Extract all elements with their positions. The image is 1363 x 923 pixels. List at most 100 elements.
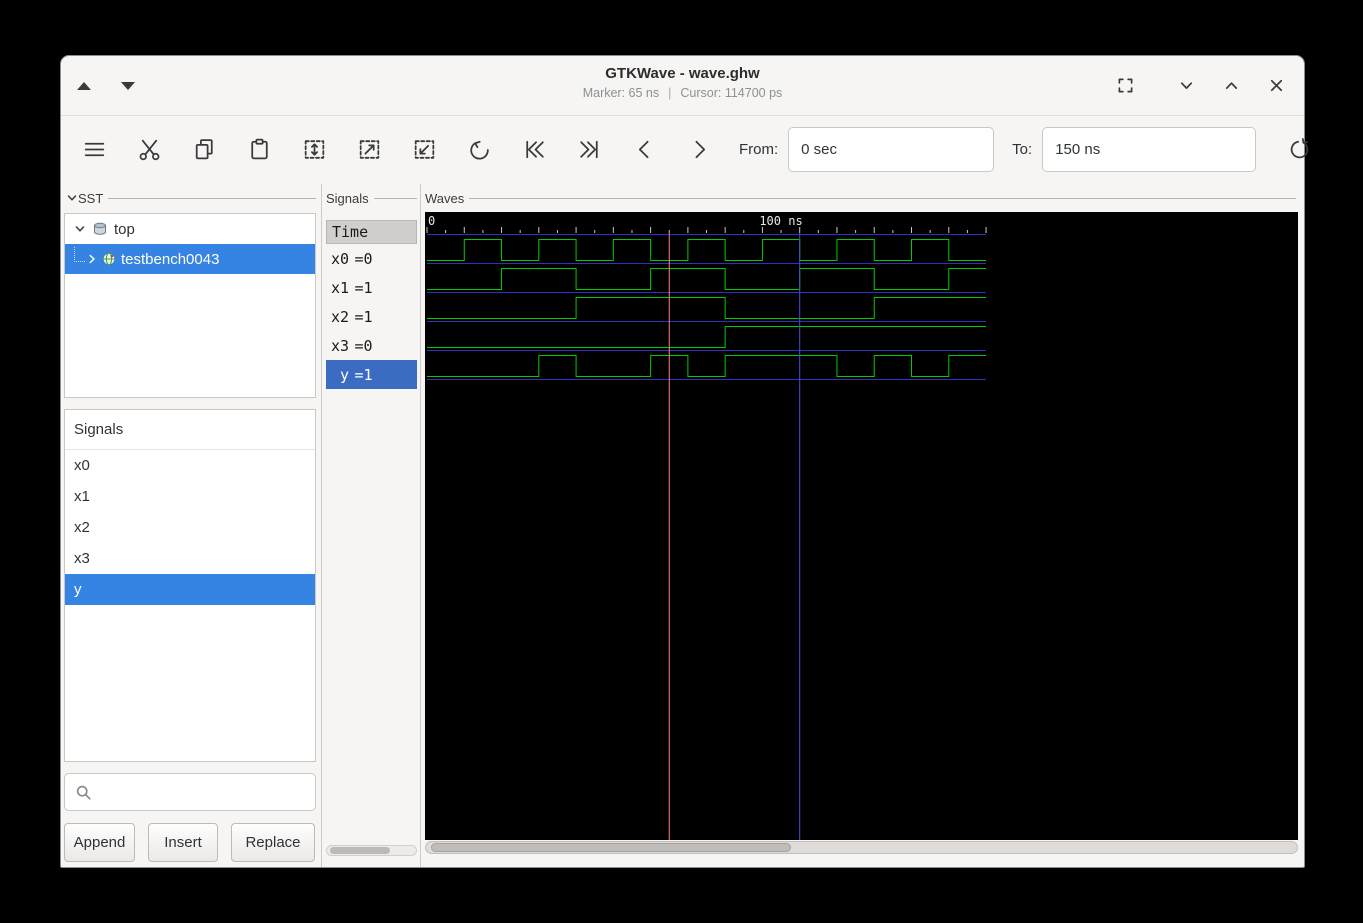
chevron-up-icon [1225, 82, 1237, 89]
titlebar: GTKWave - wave.ghw Marker: 65 ns | Cursor:… [61, 56, 1304, 116]
signal-item-x1[interactable]: x1 [65, 481, 315, 512]
panel-divider-left[interactable] [321, 184, 322, 867]
copy-icon [195, 139, 213, 160]
signals-hscrollbar-thumb[interactable] [330, 847, 390, 854]
trace-row-x0[interactable]: x0 =0 [326, 244, 417, 273]
trace-name: x2 [331, 307, 350, 326]
cursor-status: Cursor: 114700 ps [680, 86, 783, 100]
entity-globe-icon [102, 252, 116, 266]
step-right-icon [695, 140, 706, 159]
search-icon [76, 785, 91, 800]
trace-value: =0 [354, 336, 373, 355]
insert-button[interactable]: Insert [148, 823, 218, 862]
close-icon [1270, 79, 1282, 92]
zoom-fit-button[interactable] [287, 127, 342, 173]
shade-down-icon[interactable] [121, 81, 135, 90]
signal-search-input[interactable] [100, 774, 315, 810]
expander-down-icon [67, 195, 77, 201]
trace-row-x2[interactable]: x2 =1 [326, 302, 417, 331]
to-input[interactable] [1042, 127, 1257, 172]
undo-button[interactable] [452, 127, 507, 173]
paste-button[interactable] [232, 127, 287, 173]
trace-name: x0 [331, 249, 350, 268]
undo-icon [470, 140, 489, 160]
skip-to-end-button[interactable] [562, 127, 617, 173]
zoom-fit-icon [304, 140, 325, 159]
append-button[interactable]: Append [64, 823, 135, 862]
waves-panel: Waves 0 100 ns [421, 184, 1299, 867]
svg-text:0: 0 [428, 214, 435, 228]
from-input[interactable] [788, 127, 995, 172]
cut-button[interactable] [122, 127, 177, 173]
to-label: To: [1012, 141, 1033, 158]
step-left-icon [638, 140, 649, 159]
module-icon [94, 222, 106, 235]
signals-panel: Signals Time x0 =0 x1 =1 x2 =1 x3 =0 y =… [323, 184, 419, 867]
shade-up-icon[interactable] [77, 81, 91, 90]
frame-rule [373, 197, 417, 199]
paste-icon [251, 138, 268, 160]
status-line: Marker: 65 ns | Cursor: 114700 ps [261, 86, 1104, 100]
reload-button[interactable] [1272, 127, 1327, 173]
svg-text:100 ns: 100 ns [759, 214, 802, 228]
zoom-out-button[interactable] [397, 127, 452, 173]
chevron-down-icon [1180, 82, 1192, 89]
wave-hscrollbar-thumb[interactable] [431, 843, 791, 852]
trace-value: =1 [354, 278, 373, 297]
time-header: Time [326, 220, 417, 244]
sst-buttons: Append Insert Replace [64, 823, 316, 862]
skip-to-start-icon [526, 140, 544, 159]
menu-button[interactable] [67, 127, 122, 173]
sst-header-label: SST [78, 190, 104, 206]
waves-panel-header: Waves [425, 190, 465, 206]
fit-window-button[interactable] [1113, 74, 1137, 98]
frame-rule [469, 197, 1296, 199]
sst-tree: top testbench0043 [64, 213, 316, 398]
signal-item-x2[interactable]: x2 [65, 512, 315, 543]
trace-name: x3 [331, 336, 350, 355]
trace-value: =1 [354, 307, 373, 326]
sst-expander[interactable]: SST [66, 190, 316, 206]
tree-item-testbench[interactable]: testbench0043 [65, 244, 315, 274]
status-divider: | [668, 86, 672, 100]
trace-name: y [340, 365, 350, 384]
zoom-in-button[interactable] [342, 127, 397, 173]
signal-item-x3[interactable]: x3 [65, 543, 315, 574]
trace-rows: x0 =0 x1 =1 x2 =1 x3 =0 y =1 [326, 244, 417, 389]
tree-guide [74, 246, 85, 262]
trace-name: x1 [331, 278, 350, 297]
skip-to-start-button[interactable] [507, 127, 562, 173]
replace-button[interactable]: Replace [231, 823, 315, 862]
expander-down-icon [75, 226, 85, 232]
from-label: From: [739, 141, 779, 158]
sst-signals-list: Signals x0 x1 x2 x3 y [64, 409, 316, 762]
signals-hscrollbar[interactable] [326, 845, 417, 856]
copy-button[interactable] [177, 127, 232, 173]
marker-status: Marker: 65 ns [582, 86, 660, 100]
signals-panel-header: Signals [326, 190, 369, 206]
wave-display[interactable]: 0 100 ns [425, 212, 1298, 840]
signals-list-header: Signals [65, 410, 315, 450]
trace-row-y[interactable]: y =1 [326, 360, 417, 389]
roll-down-button[interactable] [1174, 74, 1198, 98]
trace-value: =0 [354, 249, 373, 268]
menu-icon [84, 142, 105, 157]
expander-right-icon [89, 254, 95, 264]
tree-item-top[interactable]: top [65, 214, 315, 244]
zoom-in-icon [359, 140, 380, 159]
step-left-button[interactable] [617, 127, 672, 173]
trace-row-x3[interactable]: x3 =0 [326, 331, 417, 360]
wave-hscrollbar[interactable] [425, 841, 1298, 854]
toolbar: From: To: [61, 116, 1309, 183]
step-right-button[interactable] [672, 127, 727, 173]
close-button[interactable] [1264, 74, 1288, 98]
roll-up-button[interactable] [1219, 74, 1243, 98]
signal-item-x0[interactable]: x0 [65, 450, 315, 481]
trace-value: =1 [354, 365, 373, 384]
signal-item-y[interactable]: y [65, 574, 315, 605]
wave-canvas[interactable]: 0 100 ns [425, 212, 1298, 840]
trace-row-x1[interactable]: x1 =1 [326, 273, 417, 302]
fit-window-icon [1118, 78, 1132, 93]
signal-search-box [64, 773, 316, 811]
tree-item-label: top [114, 220, 135, 238]
